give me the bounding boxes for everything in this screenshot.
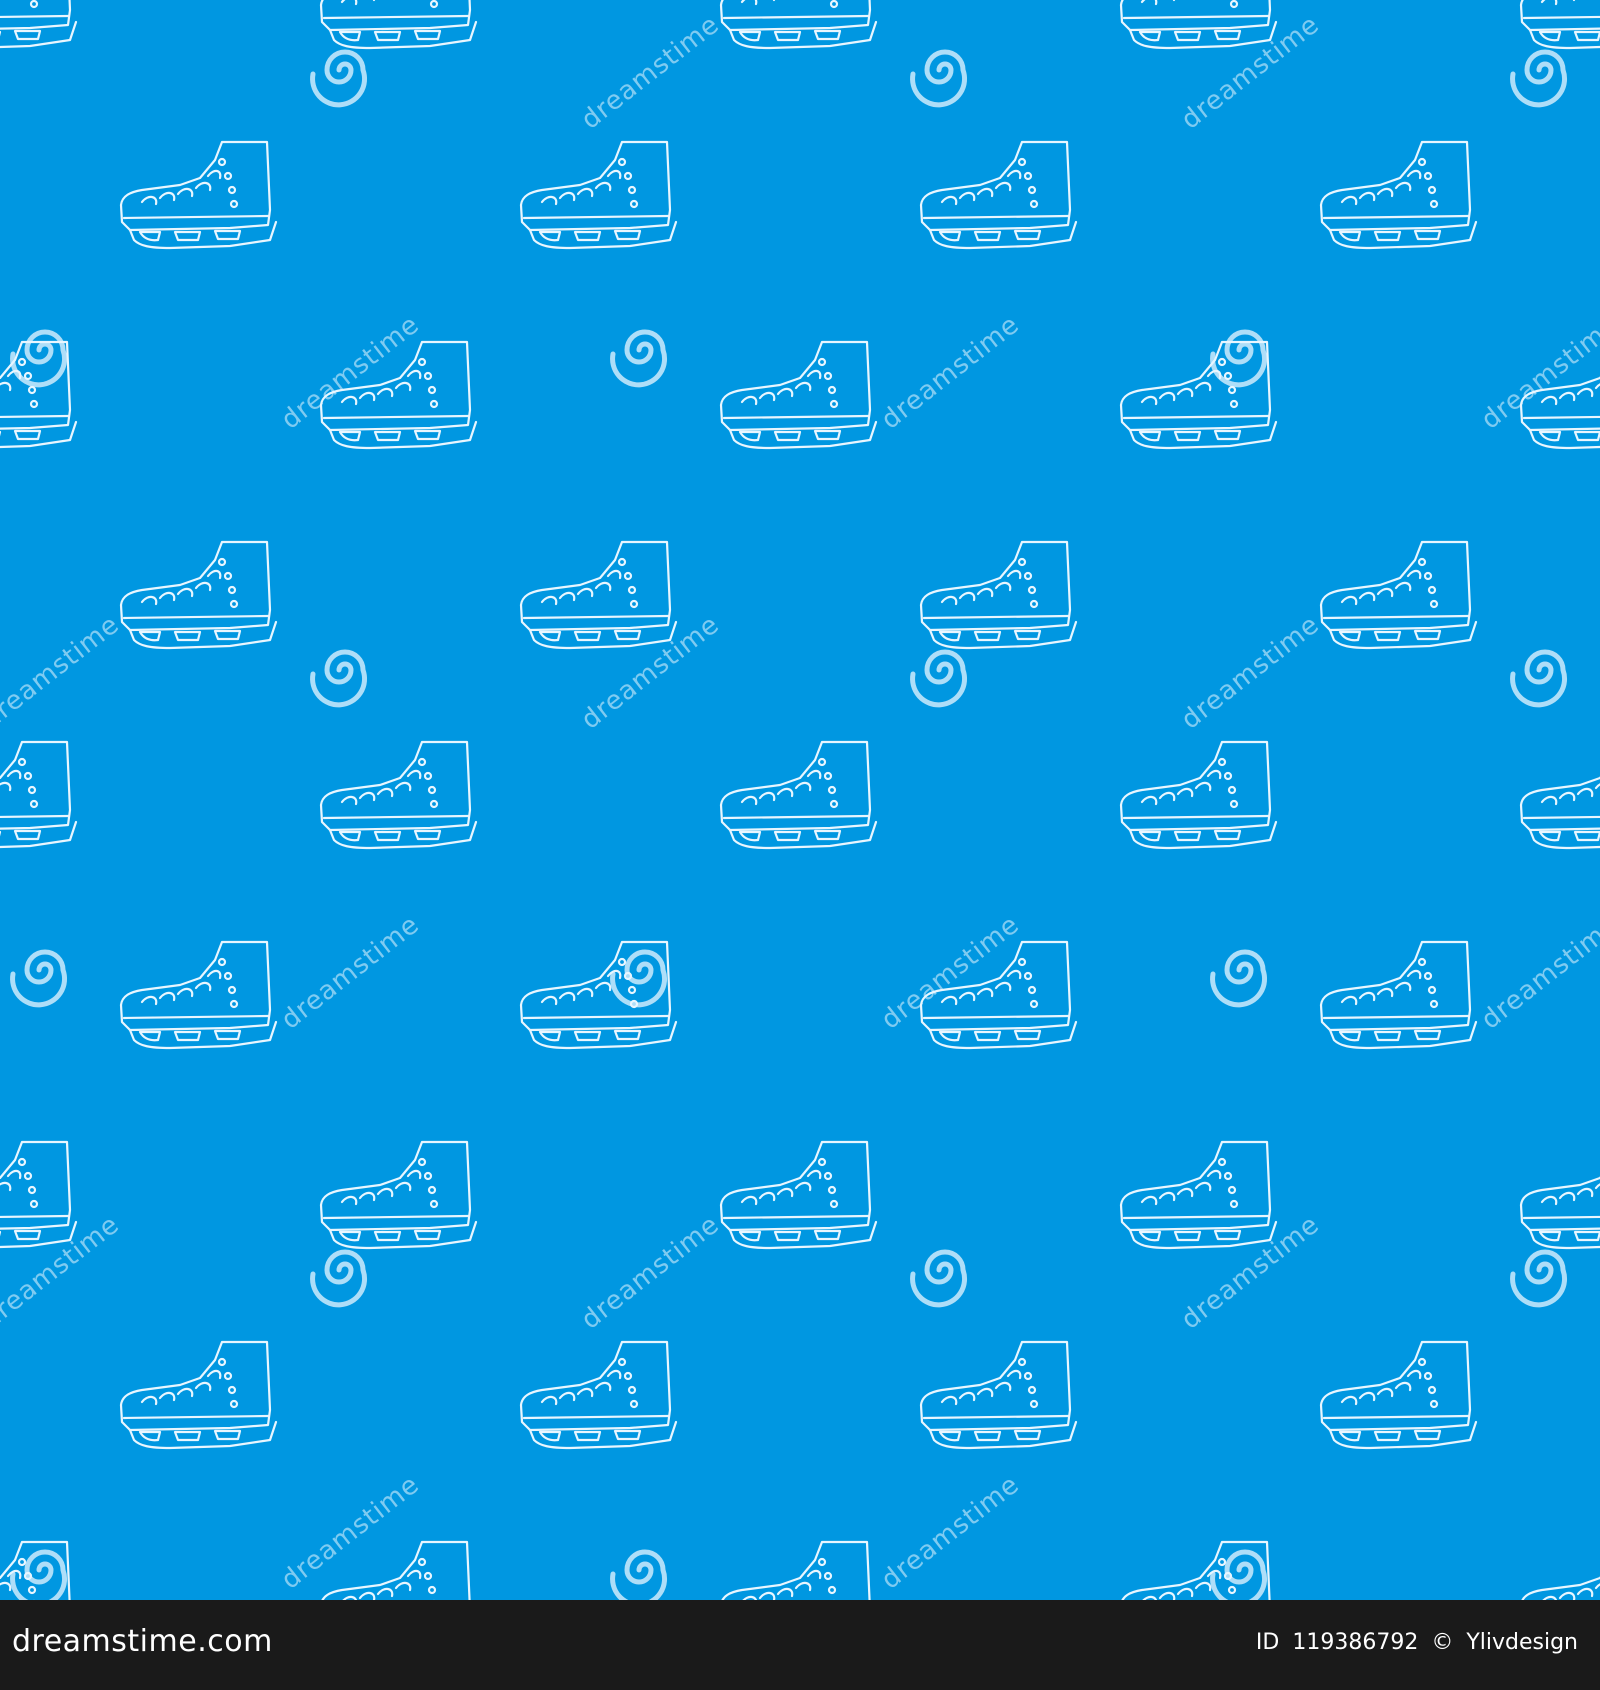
footer-id-number: 119386792 <box>1292 1630 1419 1655</box>
footer-credit: ID 119386792 © Ylivdesign <box>1250 1630 1578 1655</box>
footer-id-label: ID <box>1255 1630 1280 1655</box>
footer-site-text[interactable]: dreamstime.com <box>12 1624 273 1659</box>
footer-bar: dreamstime.com ID 119386792 © Ylivdesign <box>0 1600 1600 1690</box>
footer-copyright: © <box>1431 1630 1454 1655</box>
pattern-background <box>0 0 1600 1600</box>
skate-pattern-area: dreamstime dreamstimedreamstime dreamstime… <box>0 0 1600 1600</box>
footer-author[interactable]: Ylivdesign <box>1466 1630 1578 1655</box>
